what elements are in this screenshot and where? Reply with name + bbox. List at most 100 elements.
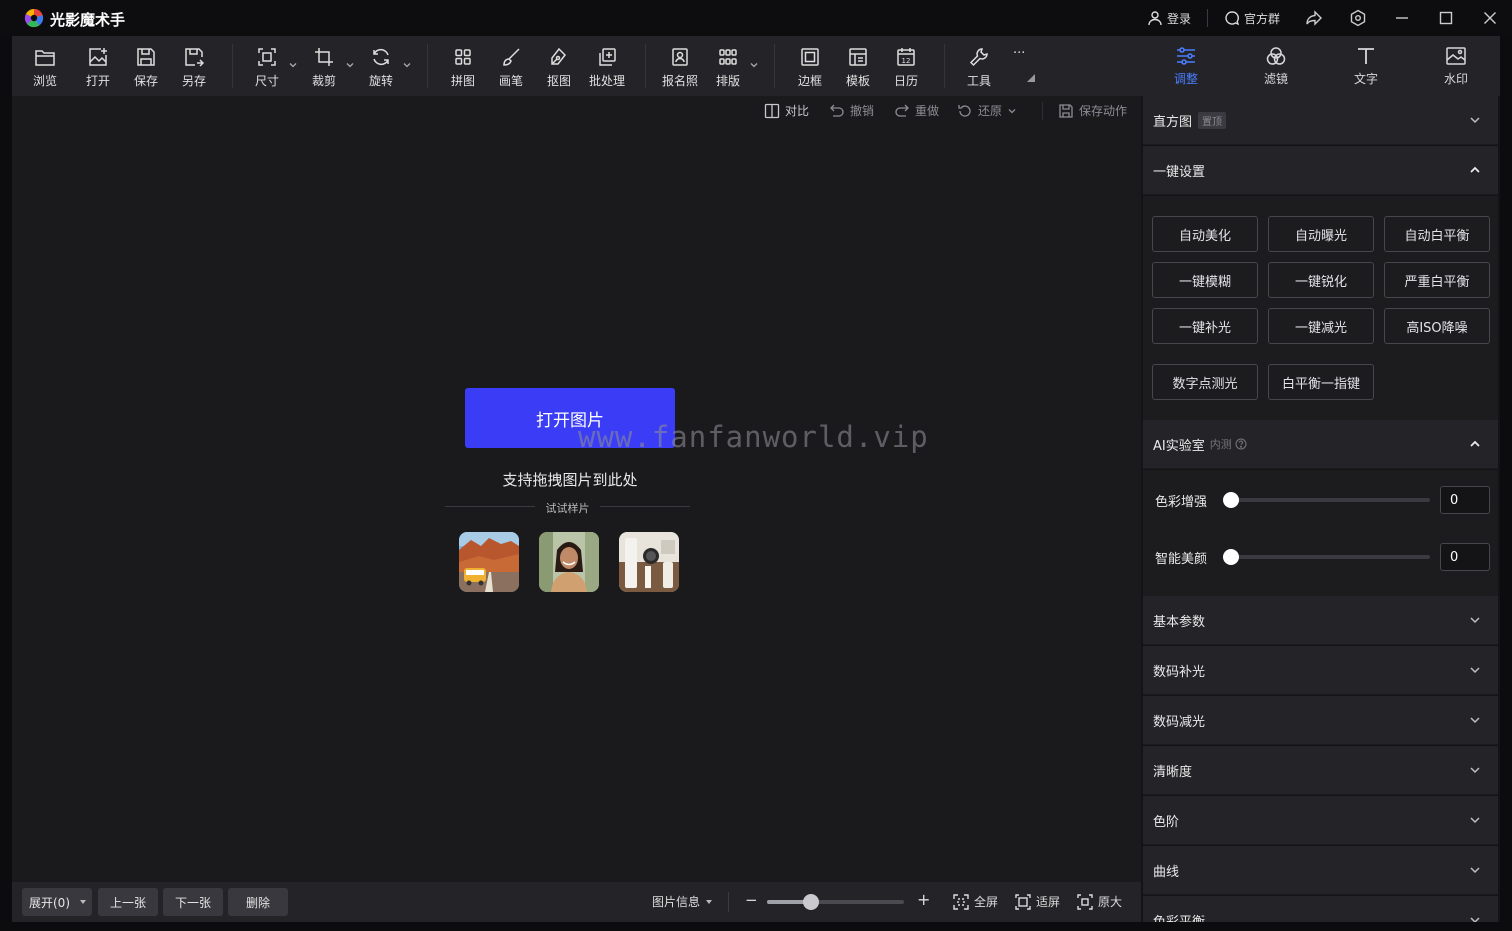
open-tool[interactable]: 打开 [78, 46, 118, 90]
one-click-fill-light-button[interactable]: 一键补光 [1152, 308, 1258, 344]
save-action-button[interactable]: 保存动作 [1058, 102, 1127, 119]
auto-white-balance-button[interactable]: 自动白平衡 [1384, 216, 1490, 252]
high-iso-denoise-button[interactable]: 高ISO降噪 [1384, 308, 1490, 344]
browse-tool[interactable]: 浏览 [25, 46, 65, 90]
cutout-tool[interactable]: 抠图 [539, 46, 579, 90]
pin-badge[interactable]: 置顶 [1198, 111, 1227, 129]
crop-tool[interactable]: 裁剪 [304, 46, 344, 90]
redo-button[interactable]: 重做 [894, 102, 939, 119]
batch-tool[interactable]: 批处理 [587, 46, 627, 90]
collage-label: 拼图 [450, 74, 475, 88]
section-digital-fill-light[interactable]: 数码补光 [1143, 646, 1498, 695]
zoom-out-button[interactable]: − [745, 891, 758, 909]
size-tool[interactable]: 尺寸 [247, 46, 287, 90]
template-tool[interactable]: 模板 [838, 46, 878, 90]
chevron-down-icon [1470, 817, 1480, 824]
white-balance-one-touch-button[interactable]: 白平衡一指键 [1268, 364, 1374, 400]
subbar-divider [1042, 102, 1043, 120]
section-clarity-title: 清晰度 [1153, 764, 1193, 780]
fullscreen-button[interactable]: 全屏 [953, 893, 998, 910]
toolbar-divider [232, 44, 233, 88]
expand-corner-icon[interactable] [1027, 74, 1035, 82]
calendar-tool[interactable]: 12 日历 [886, 46, 926, 90]
original-size-button[interactable]: 原大 [1077, 893, 1122, 910]
one-click-sharpen-button[interactable]: 一键锐化 [1268, 262, 1374, 298]
auto-beautify-button[interactable]: 自动美化 [1152, 216, 1258, 252]
auto-exposure-button[interactable]: 自动曝光 [1268, 216, 1374, 252]
section-color-balance[interactable]: 色彩平衡 [1143, 896, 1498, 922]
undo-button[interactable]: 撤销 [829, 102, 874, 119]
zoom-slider-handle[interactable] [803, 894, 819, 910]
previous-image-button[interactable]: 上一张 [98, 888, 158, 916]
crop-dropdown-chevron-icon[interactable] [345, 60, 355, 70]
collage-tool[interactable]: 拼图 [443, 46, 483, 90]
color-enhance-value-input[interactable]: 0 [1440, 486, 1490, 514]
compare-button[interactable]: 对比 [764, 102, 809, 119]
smart-beauty-slider[interactable] [1223, 549, 1430, 565]
id-portrait-icon [672, 48, 688, 66]
rotate-dropdown-chevron-icon[interactable] [402, 60, 412, 70]
tools-tool[interactable]: 工具 [959, 46, 999, 90]
expand-dropdown[interactable]: 展开(0) [22, 888, 92, 916]
sample-thumbnail-still-life[interactable] [619, 532, 679, 592]
grid-icon [455, 49, 471, 65]
severe-white-balance-button[interactable]: 严重白平衡 [1384, 262, 1490, 298]
samples-label: 试试样片 [535, 500, 600, 516]
section-one-click[interactable]: 一键设置 [1143, 146, 1498, 195]
settings-button[interactable] [1336, 0, 1380, 36]
share-button[interactable] [1292, 0, 1336, 36]
border-tool[interactable]: 边框 [790, 46, 830, 90]
save-as-tool[interactable]: 另存 [174, 46, 214, 90]
section-basic-params[interactable]: 基本参数 [1143, 596, 1498, 645]
restore-dropdown[interactable]: 还原 [957, 102, 1017, 119]
tools-label: 工具 [966, 74, 991, 88]
id-photo-tool[interactable]: 报名照 [660, 46, 700, 90]
rotate-tool[interactable]: 旋转 [361, 46, 401, 90]
sample-thumbnail-desert-van[interactable] [459, 532, 519, 592]
section-histogram-title: 直方图 [1153, 114, 1193, 130]
delete-image-button[interactable]: 删除 [228, 888, 288, 916]
next-image-button[interactable]: 下一张 [163, 888, 223, 916]
brush-tool[interactable]: 画笔 [491, 46, 531, 90]
layout-dropdown-chevron-icon[interactable] [749, 60, 759, 70]
spot-metering-button[interactable]: 数字点测光 [1152, 364, 1258, 400]
more-tools-button[interactable]: ··· [1013, 46, 1025, 61]
section-levels[interactable]: 色阶 [1143, 796, 1498, 845]
sample-thumbnail-portrait[interactable] [539, 532, 599, 592]
minimize-button[interactable] [1380, 0, 1424, 36]
section-histogram[interactable]: 直方图 置顶 [1143, 96, 1498, 145]
window-frame-edge [1500, 36, 1512, 931]
tab-text[interactable]: 文字 [1321, 36, 1411, 96]
zoom-slider[interactable] [767, 894, 904, 910]
tab-adjust[interactable]: 调整 [1141, 36, 1231, 96]
toolbar-divider [427, 44, 428, 88]
layout-tool[interactable]: 排版 [708, 46, 748, 90]
color-enhance-slider[interactable] [1223, 492, 1430, 508]
close-button[interactable] [1468, 0, 1512, 36]
fullscreen-label: 全屏 [974, 895, 999, 909]
share-icon [1306, 10, 1322, 26]
zoom-in-button[interactable]: + [917, 890, 930, 909]
section-digital-reduce-light[interactable]: 数码减光 [1143, 696, 1498, 745]
section-ai-lab[interactable]: AI实验室 内测 [1143, 420, 1498, 469]
one-click-blur-button[interactable]: 一键模糊 [1152, 262, 1258, 298]
tab-filter[interactable]: 滤镜 [1231, 36, 1321, 96]
tab-watermark[interactable]: 水印 [1411, 36, 1500, 96]
toolbar-divider [645, 44, 646, 88]
one-click-reduce-light-button[interactable]: 一键减光 [1268, 308, 1374, 344]
compare-label: 对比 [785, 104, 810, 118]
login-button[interactable]: 登录 [1135, 0, 1203, 36]
smart-beauty-slider-handle[interactable] [1223, 549, 1239, 565]
color-enhance-slider-handle[interactable] [1223, 492, 1239, 508]
section-clarity[interactable]: 清晰度 [1143, 746, 1498, 795]
fit-screen-button[interactable]: 适屏 [1015, 893, 1060, 910]
community-button[interactable]: 官方群 [1212, 0, 1292, 36]
size-dropdown-chevron-icon[interactable] [288, 60, 298, 70]
smart-beauty-value-input[interactable]: 0 [1440, 543, 1490, 571]
image-info-dropdown[interactable]: 图片信息 [652, 893, 713, 910]
save-tool[interactable]: 保存 [126, 46, 166, 90]
maximize-button[interactable] [1424, 0, 1468, 36]
help-circle-icon[interactable] [1235, 438, 1247, 450]
one-click-body: 自动美化 自动曝光 自动白平衡 一键模糊 一键锐化 严重白平衡 一键补光 一键减… [1143, 196, 1498, 424]
section-curves[interactable]: 曲线 [1143, 846, 1498, 895]
